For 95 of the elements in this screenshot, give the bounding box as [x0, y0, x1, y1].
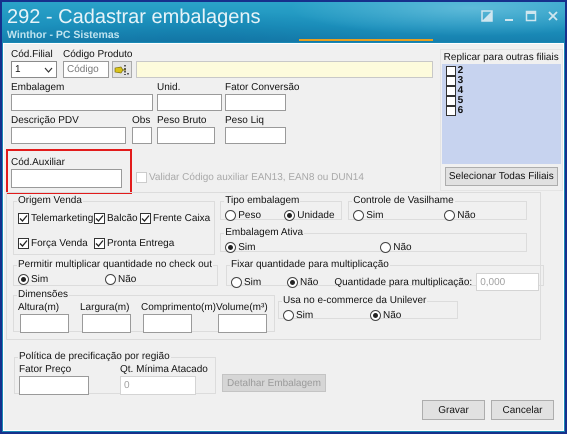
field-label: Peso Liq [225, 114, 264, 127]
group-title: Controle de Vasilhame [352, 195, 455, 207]
branch-select[interactable]: 1 [11, 61, 57, 78]
field-label: Quantidade para multiplicação: [334, 276, 472, 288]
checkbox-option[interactable]: Telemarketing [18, 212, 94, 225]
checkbox[interactable] [18, 213, 29, 224]
text-field[interactable] [19, 376, 89, 395]
checkbox-option[interactable]: Pronta Entrega [94, 237, 210, 250]
field-label: Fator Preço [19, 363, 72, 376]
radio-option[interactable]: Sim [225, 241, 380, 254]
field-label: Altura(m) [18, 301, 60, 314]
group-title: Fixar quantidade para multiplicação [230, 259, 390, 271]
radio-button[interactable] [284, 210, 296, 221]
product-description-field[interactable] [136, 61, 432, 78]
field-label: Embalagem [11, 81, 64, 94]
checkbox[interactable] [94, 238, 105, 249]
field-label: Obs [132, 114, 150, 127]
field-label: Descrição PDV [11, 114, 79, 127]
checkbox-option[interactable]: Força Venda [18, 237, 94, 250]
text-field[interactable] [218, 314, 267, 333]
radio-option[interactable]: Sim [18, 273, 105, 286]
text-field[interactable] [11, 127, 126, 144]
checkbox[interactable] [94, 213, 105, 224]
window-subtitle: Winthor - PC Sistemas [7, 29, 120, 41]
radio-option[interactable]: Sim [230, 276, 287, 288]
radio-button[interactable] [105, 274, 116, 285]
checkbox-option[interactable]: 6 [446, 106, 557, 116]
checkbox[interactable] [446, 76, 456, 86]
dialog-button[interactable]: Gravar [422, 400, 485, 420]
radio-button[interactable] [353, 210, 364, 221]
group-title: Tipo embalagem [224, 195, 300, 207]
radio-button[interactable] [225, 210, 236, 221]
radio-button[interactable] [283, 310, 294, 321]
checkbox[interactable] [446, 86, 456, 96]
flashlight-icon [114, 64, 130, 76]
radio-option[interactable]: Sim [353, 209, 444, 222]
caret-icon[interactable] [44, 66, 53, 72]
group-title: Origem Venda [17, 195, 83, 207]
text-field[interactable] [143, 314, 192, 333]
checkbox-option[interactable]: 4 [446, 86, 557, 96]
text-field[interactable] [82, 314, 131, 333]
radio-option[interactable]: Unidade [284, 209, 335, 222]
panel-title: Replicar para outras filiais [442, 51, 560, 64]
checkbox-option[interactable]: 2 [446, 66, 557, 76]
checkbox[interactable] [446, 106, 456, 116]
checkbox-option[interactable]: Balcão [94, 212, 140, 225]
field-label: Peso Bruto [157, 114, 206, 127]
group-title: Política de precificação por região [18, 351, 171, 363]
text-field[interactable] [20, 314, 69, 333]
checkbox-option[interactable]: Frente Caixa [140, 212, 210, 225]
group-title: Usa no e-commerce da Unilever [282, 295, 428, 307]
field-label: Comprimento(m) [141, 301, 216, 314]
radio-option[interactable]: Não [370, 309, 402, 322]
text-field[interactable] [157, 127, 215, 144]
checkbox[interactable] [446, 96, 456, 106]
radio-option[interactable]: Sim [283, 309, 370, 322]
text-field[interactable] [11, 169, 122, 188]
window-title: 292 - Cadastrar embalagens [7, 5, 260, 29]
text-field[interactable] [225, 94, 286, 111]
field-label: Cód.Filial [11, 48, 53, 61]
code-field[interactable]: Código [63, 61, 109, 78]
radio-option[interactable]: Peso [225, 209, 284, 222]
lookup-button[interactable] [112, 61, 132, 78]
radio-option[interactable]: Não [286, 276, 318, 288]
checkbox[interactable] [140, 213, 151, 224]
group-title: Embalagem Ativa [224, 227, 304, 239]
radio-button[interactable] [225, 242, 236, 253]
field-label: Largura(m) [80, 301, 130, 314]
field-label: Volume(m³) [216, 301, 268, 314]
radio-option[interactable]: Não [105, 273, 136, 286]
radio-button[interactable] [18, 274, 29, 285]
radio-option[interactable]: Não [380, 241, 412, 254]
checkbox[interactable] [18, 238, 29, 249]
field-label: Código Produto [63, 48, 132, 61]
radio-option[interactable]: Não [444, 209, 476, 222]
radio-button[interactable] [286, 276, 298, 288]
field-label: Cód.Auxiliar [11, 156, 65, 169]
field-label: Fator Conversão [225, 81, 300, 94]
select-all-button[interactable]: Selecionar Todas Filiais [444, 167, 558, 186]
text-field[interactable] [157, 94, 222, 111]
dialog-button[interactable]: Cancelar [491, 400, 554, 420]
checkbox[interactable] [446, 66, 456, 76]
field-label: Qt. Mínima Atacado [120, 363, 208, 376]
text-field[interactable] [11, 94, 153, 111]
checkbox-option[interactable]: 3 [446, 76, 557, 86]
text-field[interactable] [225, 127, 286, 144]
radio-button[interactable] [230, 276, 242, 288]
radio-button[interactable] [380, 242, 392, 253]
text-field[interactable] [132, 127, 152, 144]
radio-button[interactable] [444, 210, 456, 221]
checkbox-option[interactable]: 5 [446, 96, 557, 106]
field-label: Unid. [157, 81, 180, 94]
group-title: Dimensões [17, 289, 70, 301]
radio-button[interactable] [370, 310, 381, 321]
group-title: Permitir multiplicar quantidade no check out [17, 259, 213, 271]
